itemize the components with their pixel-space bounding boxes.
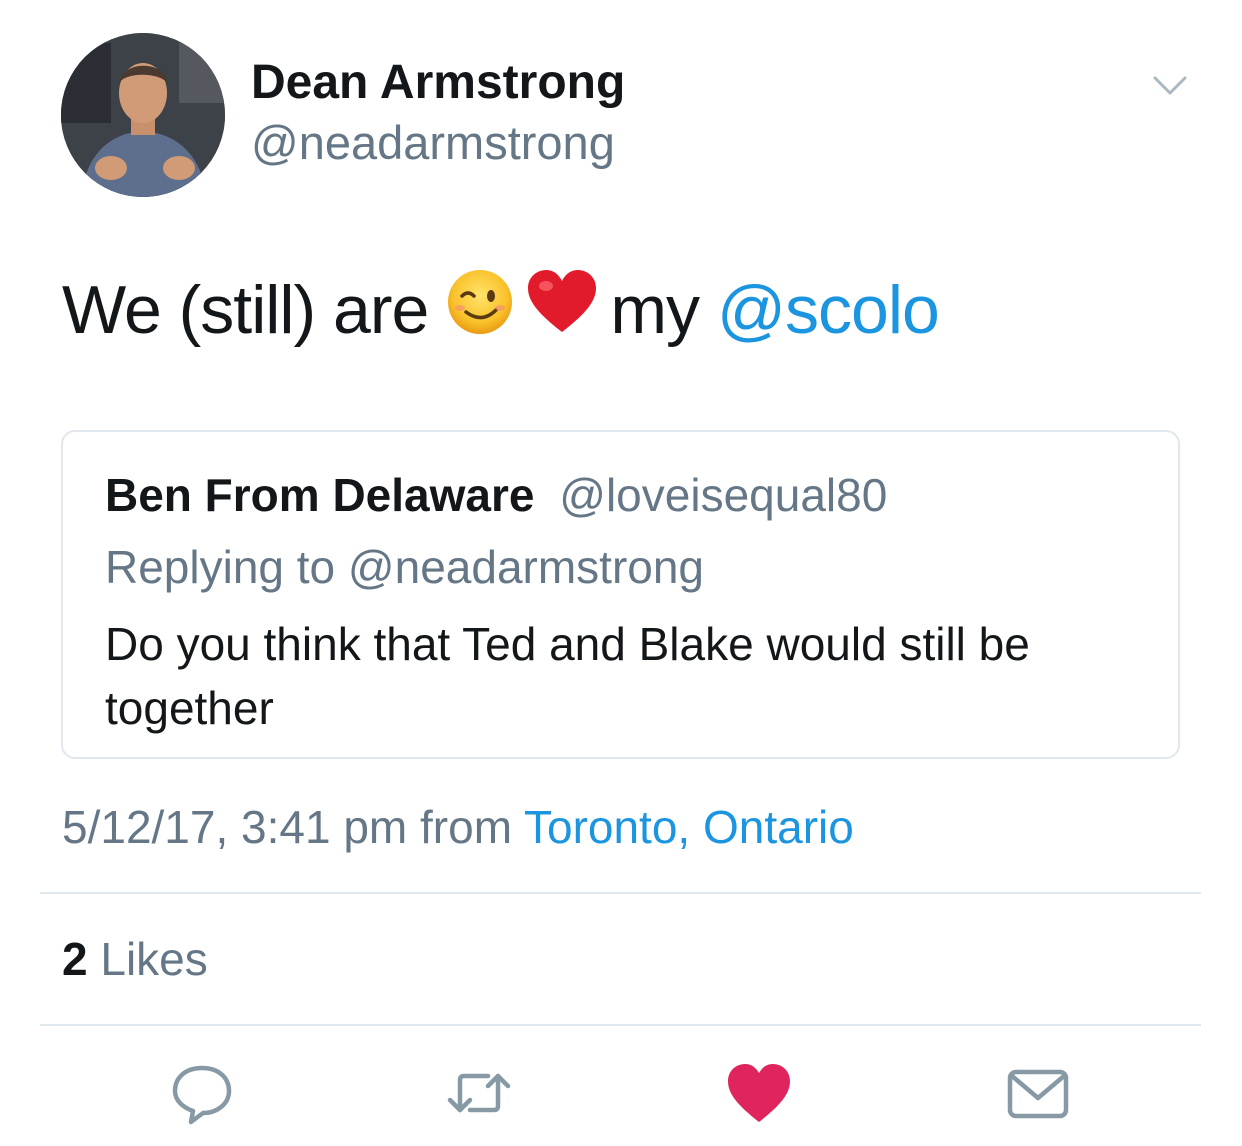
tweet-mention-link[interactable]: @scolo	[717, 271, 940, 349]
chevron-down-icon[interactable]	[1153, 70, 1187, 100]
likes-label: Likes	[100, 933, 208, 985]
reply-handle: @neadarmstrong	[347, 541, 705, 593]
quoted-tweet-body: Do you think that Ted and Blake would st…	[105, 618, 1030, 734]
reply-prefix: Replying to	[105, 541, 336, 593]
quoted-tweet-header: Ben From Delaware @loveisequal80	[105, 468, 887, 522]
divider	[40, 892, 1201, 894]
like-icon[interactable]	[724, 1058, 794, 1128]
likes-stat[interactable]: 2 Likes	[62, 932, 208, 986]
tweet-text-mid: my	[610, 272, 700, 348]
author-handle[interactable]: @neadarmstrong	[251, 115, 615, 170]
divider	[40, 1024, 1201, 1026]
from-word: from	[420, 801, 513, 853]
tweet-timestamp: 5/12/17, 3:41 pm	[62, 801, 408, 853]
tweet-text: We (still) are my @scolo	[62, 268, 940, 352]
reply-icon[interactable]	[167, 1058, 237, 1128]
likes-count: 2	[62, 933, 88, 985]
tweet-meta: 5/12/17, 3:41 pm from Toronto, Ontario	[62, 800, 854, 854]
winking-face-emoji	[446, 268, 514, 352]
quoted-tweet-card[interactable]: Ben From Delaware @loveisequal80 Replyin…	[61, 430, 1180, 759]
tweet-location-link[interactable]: Toronto, Ontario	[524, 801, 854, 853]
quoted-author-name: Ben From Delaware	[105, 469, 535, 521]
author-display-name[interactable]: Dean Armstrong	[251, 55, 625, 110]
tweet-text-start: We (still) are	[62, 272, 429, 348]
retweet-icon[interactable]	[444, 1058, 514, 1128]
red-heart-emoji	[526, 268, 598, 352]
quoted-author-handle: @loveisequal80	[559, 469, 888, 521]
author-avatar[interactable]	[61, 33, 225, 197]
direct-message-icon[interactable]	[1003, 1058, 1073, 1128]
quoted-reply-context: Replying to @neadarmstrong	[105, 540, 704, 594]
